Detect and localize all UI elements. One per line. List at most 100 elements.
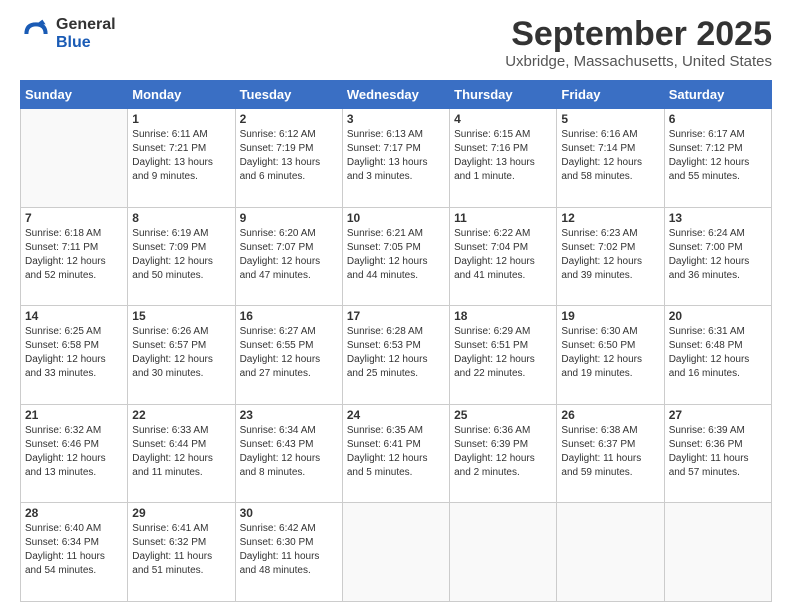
day-info: Sunrise: 6:34 AM Sunset: 6:43 PM Dayligh… bbox=[240, 424, 338, 480]
day-number: 21 bbox=[25, 408, 123, 422]
day-info: Sunrise: 6:18 AM Sunset: 7:11 PM Dayligh… bbox=[25, 227, 123, 283]
day-info: Sunrise: 6:41 AM Sunset: 6:32 PM Dayligh… bbox=[132, 522, 230, 578]
day-number: 10 bbox=[347, 211, 445, 225]
title-block: September 2025 Uxbridge, Massachusetts, … bbox=[505, 16, 772, 70]
day-number: 28 bbox=[25, 506, 123, 520]
day-number: 4 bbox=[454, 112, 552, 126]
calendar-cell: 4 Sunrise: 6:15 AM Sunset: 7:16 PM Daylig… bbox=[450, 109, 557, 208]
location-title: Uxbridge, Massachusetts, United States bbox=[505, 53, 772, 70]
day-info: Sunrise: 6:38 AM Sunset: 6:37 PM Dayligh… bbox=[561, 424, 659, 480]
day-info: Sunrise: 6:42 AM Sunset: 6:30 PM Dayligh… bbox=[240, 522, 338, 578]
day-info: Sunrise: 6:32 AM Sunset: 6:46 PM Dayligh… bbox=[25, 424, 123, 480]
day-info: Sunrise: 6:33 AM Sunset: 6:44 PM Dayligh… bbox=[132, 424, 230, 480]
day-number: 18 bbox=[454, 309, 552, 323]
calendar-cell: 5Sunrise: 6:16 AM Sunset: 7:14 PM Daylig… bbox=[557, 109, 664, 208]
calendar-cell: 16 Sunrise: 6:27 AM Sunset: 6:55 PM Dayli… bbox=[235, 306, 342, 405]
month-title: September 2025 bbox=[505, 16, 772, 53]
calendar-header-row: SundayMondayTuesdayWednesdayThursdayFrid… bbox=[21, 81, 772, 109]
day-number: 19 bbox=[561, 309, 659, 323]
calendar-cell: 13 Sunrise: 6:24 AM Sunset: 7:00 PM Dayli… bbox=[664, 207, 771, 306]
day-info: Sunrise: 6:26 AM Sunset: 6:57 PM Dayligh… bbox=[132, 325, 230, 381]
calendar-cell: 19 Sunrise: 6:30 AM Sunset: 6:50 PM Dayli… bbox=[557, 306, 664, 405]
calendar-cell: 18 Sunrise: 6:29 AM Sunset: 6:51 PM Dayli… bbox=[450, 306, 557, 405]
calendar-cell: 24 Sunrise: 6:35 AM Sunset: 6:41 PM Dayli… bbox=[342, 404, 449, 503]
calendar-day-header: Friday bbox=[557, 81, 664, 109]
day-info: Sunrise: 6:24 AM Sunset: 7:00 PM Dayligh… bbox=[669, 227, 767, 283]
logo: General Blue bbox=[20, 16, 116, 51]
calendar-week-row: 28 Sunrise: 6:40 AM Sunset: 6:34 PM Dayli… bbox=[21, 503, 772, 602]
day-number: 3 bbox=[347, 112, 445, 126]
day-number: 25 bbox=[454, 408, 552, 422]
header: General Blue September 2025 Uxbridge, Ma… bbox=[20, 16, 772, 70]
logo-general: General bbox=[56, 16, 116, 34]
day-number: 2 bbox=[240, 112, 338, 126]
calendar-cell: 21 Sunrise: 6:32 AM Sunset: 6:46 PM Dayli… bbox=[21, 404, 128, 503]
calendar-cell: 28 Sunrise: 6:40 AM Sunset: 6:34 PM Dayli… bbox=[21, 503, 128, 602]
day-info: Sunrise: 6:13 AM Sunset: 7:17 PM Dayligh… bbox=[347, 128, 445, 184]
day-number: 13 bbox=[669, 211, 767, 225]
day-number: 26 bbox=[561, 408, 659, 422]
day-info: Sunrise: 6:31 AM Sunset: 6:48 PM Dayligh… bbox=[669, 325, 767, 381]
calendar-week-row: 21 Sunrise: 6:32 AM Sunset: 6:46 PM Dayli… bbox=[21, 404, 772, 503]
day-info: Sunrise: 6:25 AM Sunset: 6:58 PM Dayligh… bbox=[25, 325, 123, 381]
page: General Blue September 2025 Uxbridge, Ma… bbox=[0, 0, 792, 612]
day-info: Sunrise: 6:35 AM Sunset: 6:41 PM Dayligh… bbox=[347, 424, 445, 480]
logo-blue: Blue bbox=[56, 34, 116, 52]
calendar-cell: 27 Sunrise: 6:39 AM Sunset: 6:36 PM Dayli… bbox=[664, 404, 771, 503]
day-number: 1 bbox=[132, 112, 230, 126]
day-info: Sunrise: 6:15 AM Sunset: 7:16 PM Dayligh… bbox=[454, 128, 552, 184]
day-info: Sunrise: 6:20 AM Sunset: 7:07 PM Dayligh… bbox=[240, 227, 338, 283]
calendar-day-header: Sunday bbox=[21, 81, 128, 109]
calendar-cell: 12Sunrise: 6:23 AM Sunset: 7:02 PM Dayli… bbox=[557, 207, 664, 306]
calendar-week-row: 1 Sunrise: 6:11 AM Sunset: 7:21 PM Daylig… bbox=[21, 109, 772, 208]
day-number: 9 bbox=[240, 211, 338, 225]
calendar-week-row: 14 Sunrise: 6:25 AM Sunset: 6:58 PM Dayli… bbox=[21, 306, 772, 405]
calendar-cell: 1 Sunrise: 6:11 AM Sunset: 7:21 PM Daylig… bbox=[128, 109, 235, 208]
day-info: Sunrise: 6:19 AM Sunset: 7:09 PM Dayligh… bbox=[132, 227, 230, 283]
calendar-day-header: Tuesday bbox=[235, 81, 342, 109]
calendar-cell bbox=[450, 503, 557, 602]
day-number: 8 bbox=[132, 211, 230, 225]
calendar-cell: 20 Sunrise: 6:31 AM Sunset: 6:48 PM Dayli… bbox=[664, 306, 771, 405]
day-info: Sunrise: 6:23 AM Sunset: 7:02 PM Dayligh… bbox=[561, 227, 659, 283]
day-info: Sunrise: 6:29 AM Sunset: 6:51 PM Dayligh… bbox=[454, 325, 552, 381]
day-number: 22 bbox=[132, 408, 230, 422]
day-number: 11 bbox=[454, 211, 552, 225]
day-number: 14 bbox=[25, 309, 123, 323]
calendar-cell: 11Sunrise: 6:22 AM Sunset: 7:04 PM Dayli… bbox=[450, 207, 557, 306]
day-info: Sunrise: 6:11 AM Sunset: 7:21 PM Dayligh… bbox=[132, 128, 230, 184]
day-number: 15 bbox=[132, 309, 230, 323]
calendar-table: SundayMondayTuesdayWednesdayThursdayFrid… bbox=[20, 80, 772, 602]
calendar-cell: 10 Sunrise: 6:21 AM Sunset: 7:05 PM Dayli… bbox=[342, 207, 449, 306]
day-info: Sunrise: 6:21 AM Sunset: 7:05 PM Dayligh… bbox=[347, 227, 445, 283]
calendar-cell bbox=[21, 109, 128, 208]
day-info: Sunrise: 6:28 AM Sunset: 6:53 PM Dayligh… bbox=[347, 325, 445, 381]
calendar-week-row: 7 Sunrise: 6:18 AM Sunset: 7:11 PM Daylig… bbox=[21, 207, 772, 306]
day-number: 24 bbox=[347, 408, 445, 422]
day-info: Sunrise: 6:27 AM Sunset: 6:55 PM Dayligh… bbox=[240, 325, 338, 381]
logo-icon bbox=[20, 18, 52, 50]
calendar-cell bbox=[342, 503, 449, 602]
day-number: 20 bbox=[669, 309, 767, 323]
day-info: Sunrise: 6:40 AM Sunset: 6:34 PM Dayligh… bbox=[25, 522, 123, 578]
calendar-cell: 17 Sunrise: 6:28 AM Sunset: 6:53 PM Dayli… bbox=[342, 306, 449, 405]
calendar-cell bbox=[664, 503, 771, 602]
calendar-cell: 6Sunrise: 6:17 AM Sunset: 7:12 PM Daylig… bbox=[664, 109, 771, 208]
day-info: Sunrise: 6:16 AM Sunset: 7:14 PM Dayligh… bbox=[561, 128, 659, 184]
day-number: 6 bbox=[669, 112, 767, 126]
day-number: 29 bbox=[132, 506, 230, 520]
day-number: 17 bbox=[347, 309, 445, 323]
calendar-cell: 2Sunrise: 6:12 AM Sunset: 7:19 PM Daylig… bbox=[235, 109, 342, 208]
day-number: 7 bbox=[25, 211, 123, 225]
calendar-cell: 9 Sunrise: 6:20 AM Sunset: 7:07 PM Daylig… bbox=[235, 207, 342, 306]
calendar-cell: 25Sunrise: 6:36 AM Sunset: 6:39 PM Dayli… bbox=[450, 404, 557, 503]
calendar-cell: 3 Sunrise: 6:13 AM Sunset: 7:17 PM Daylig… bbox=[342, 109, 449, 208]
day-number: 27 bbox=[669, 408, 767, 422]
calendar-cell: 7 Sunrise: 6:18 AM Sunset: 7:11 PM Daylig… bbox=[21, 207, 128, 306]
day-info: Sunrise: 6:39 AM Sunset: 6:36 PM Dayligh… bbox=[669, 424, 767, 480]
calendar-cell: 30Sunrise: 6:42 AM Sunset: 6:30 PM Dayli… bbox=[235, 503, 342, 602]
calendar-day-header: Thursday bbox=[450, 81, 557, 109]
day-number: 16 bbox=[240, 309, 338, 323]
day-info: Sunrise: 6:30 AM Sunset: 6:50 PM Dayligh… bbox=[561, 325, 659, 381]
calendar-cell: 26 Sunrise: 6:38 AM Sunset: 6:37 PM Dayli… bbox=[557, 404, 664, 503]
